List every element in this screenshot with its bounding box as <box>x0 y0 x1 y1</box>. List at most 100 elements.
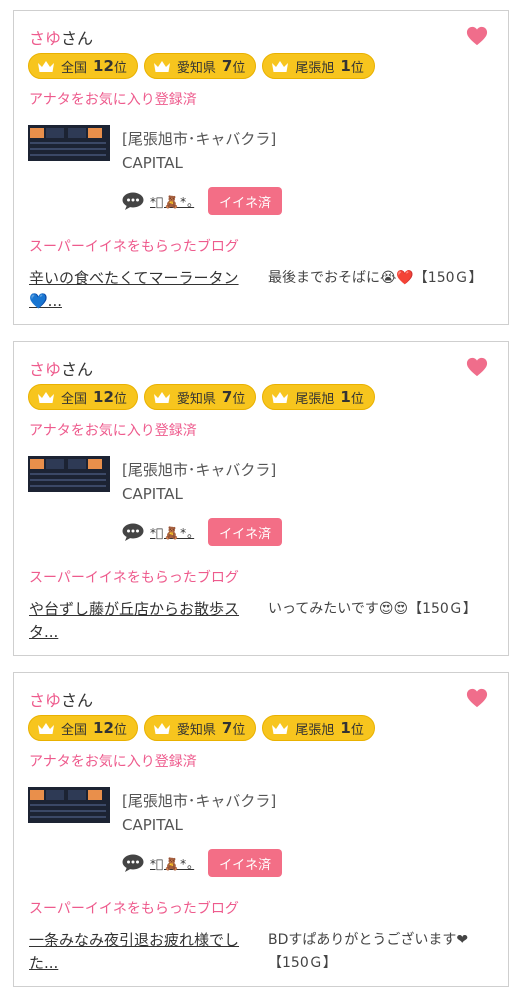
user-name-link[interactable]: さゆ <box>29 29 61 48</box>
badge-rank: 1 <box>340 719 351 737</box>
rank-badge-national[interactable]: 全国 12 位 <box>28 384 138 410</box>
diary-card[interactable]: さゆさん 全国 12位 愛知県 7位 尾張旭 1位 アナタをお気に入り登録済 <box>13 672 509 987</box>
crown-icon <box>272 391 289 403</box>
rank-badges: 全国 12 位 愛知県 7位 尾張旭 1位 <box>28 384 375 410</box>
favorite-status: アナタをお気に入り登録済 <box>29 754 197 770</box>
crown-icon <box>38 391 54 403</box>
badge-rank: 7 <box>221 57 233 75</box>
iine-done-button[interactable]: イイネ済 <box>208 849 283 877</box>
iine-done-button[interactable]: イイネ済 <box>208 518 283 546</box>
badge-label: 全国 <box>61 60 88 76</box>
rank-badge-prefecture[interactable]: 愛知県 7位 <box>143 53 257 79</box>
shop-area: [尾張旭市･キャバクラ] <box>122 461 277 479</box>
rank-badge-national[interactable]: 全国 12 位 <box>28 715 138 741</box>
rank-badge-area[interactable]: 尾張旭 1位 <box>262 53 375 79</box>
rank-badge-area[interactable]: 尾張旭 1位 <box>262 384 375 410</box>
diary-card[interactable]: さゆさん 全国 12位 愛知県 7位 尾張旭 1位 アナタをお気に入り登録済 <box>13 341 509 656</box>
interaction-row: *ﾟ🧸*｡ イイネ済 <box>122 187 283 215</box>
crown-icon <box>272 722 289 734</box>
heart-icon[interactable] <box>466 687 488 709</box>
crown-icon <box>153 391 170 403</box>
badge-unit: 位 <box>113 391 127 407</box>
kaomoji-text[interactable]: *ﾟ🧸*｡ <box>150 193 194 210</box>
shop-name: CAPITAL <box>122 485 183 503</box>
interaction-row: *ﾟ🧸*｡ イイネ済 <box>122 518 283 546</box>
badge-rank: 7 <box>221 388 233 406</box>
speech-bubble-icon[interactable] <box>122 192 144 210</box>
iine-done-button[interactable]: イイネ済 <box>208 187 283 215</box>
user-name[interactable]: さゆさん <box>29 25 93 49</box>
shop-info[interactable]: [尾張旭市･キャバクラ] CAPITAL <box>122 127 276 175</box>
thumbnail-image <box>28 787 110 823</box>
user-name[interactable]: さゆさん <box>29 356 93 380</box>
badge-unit: 位 <box>232 60 246 76</box>
super-iine-heading: スーパーイイネをもらったブログ <box>29 239 239 255</box>
user-name-link[interactable]: さゆ <box>29 691 61 710</box>
blog-comment: いってみたいです😍😍【150Ｇ】 <box>268 601 477 617</box>
badge-unit: 位 <box>350 391 364 407</box>
blog-thumbnail[interactable] <box>28 787 110 823</box>
rank-badge-area[interactable]: 尾張旭 1位 <box>262 715 375 741</box>
honorific: さん <box>61 29 94 48</box>
badge-label: 尾張旭 <box>295 60 335 76</box>
crown-icon <box>153 60 170 72</box>
blog-comment: 最後までおそばに😭❤️【150Ｇ】 <box>268 270 483 286</box>
crown-icon <box>153 722 170 734</box>
blog-title-link[interactable]: 一条みなみ夜引退お疲れ様でした... <box>29 929 257 975</box>
thumbnail-image <box>28 456 110 492</box>
favorite-status: アナタをお気に入り登録済 <box>29 423 197 439</box>
badge-rank: 12 <box>93 388 114 406</box>
badge-unit: 位 <box>232 722 246 738</box>
speech-bubble-icon[interactable] <box>122 854 144 872</box>
badge-label: 愛知県 <box>176 722 216 738</box>
badge-label: 尾張旭 <box>295 391 335 407</box>
badge-label: 愛知県 <box>176 60 216 76</box>
honorific: さん <box>61 360 94 379</box>
rank-badge-prefecture[interactable]: 愛知県 7位 <box>143 384 257 410</box>
speech-bubble-icon[interactable] <box>122 523 144 541</box>
badge-label: 全国 <box>61 722 88 738</box>
blog-title-link[interactable]: 辛いの食べたくてマーラータン💙... <box>29 267 257 313</box>
rank-badge-national[interactable]: 全国 12 位 <box>28 53 138 79</box>
shop-info[interactable]: [尾張旭市･キャバクラ] CAPITAL <box>122 789 276 837</box>
user-name-link[interactable]: さゆ <box>29 360 61 379</box>
super-iine-heading: スーパーイイネをもらったブログ <box>29 901 239 917</box>
heart-icon[interactable] <box>466 356 488 378</box>
kaomoji-text[interactable]: *ﾟ🧸*｡ <box>150 524 194 541</box>
interaction-row: *ﾟ🧸*｡ イイネ済 <box>122 849 283 877</box>
badge-rank: 1 <box>340 388 351 406</box>
badge-unit: 位 <box>350 722 364 738</box>
badge-unit: 位 <box>232 391 246 407</box>
badge-label: 愛知県 <box>176 391 216 407</box>
kaomoji-text[interactable]: *ﾟ🧸*｡ <box>150 855 194 872</box>
rank-badges: 全国 12 位 愛知県 7位 尾張旭 1位 <box>28 53 375 79</box>
badge-rank: 12 <box>93 57 114 75</box>
badge-rank: 12 <box>93 719 114 737</box>
super-iine-heading: スーパーイイネをもらったブログ <box>29 570 239 586</box>
user-name[interactable]: さゆさん <box>29 687 93 711</box>
rank-badges: 全国 12 位 愛知県 7位 尾張旭 1位 <box>28 715 375 741</box>
badge-label: 全国 <box>61 391 88 407</box>
favorite-status: アナタをお気に入り登録済 <box>29 92 197 108</box>
honorific: さん <box>61 691 94 710</box>
rank-badge-prefecture[interactable]: 愛知県 7位 <box>143 715 257 741</box>
badge-unit: 位 <box>113 60 127 76</box>
blog-comment: BDすぱありがとうございます❤【150Ｇ】 <box>268 932 469 971</box>
blog-thumbnail[interactable] <box>28 456 110 492</box>
shop-area: [尾張旭市･キャバクラ] <box>122 130 277 148</box>
heart-icon[interactable] <box>466 25 488 47</box>
diary-card[interactable]: さゆさん 全国 12位 愛知県 7位 尾張旭 1位 アナタをお気に入り登録済 <box>13 10 509 325</box>
blog-thumbnail[interactable] <box>28 125 110 161</box>
blog-title-link[interactable]: や台ずし藤が丘店からお散歩スタ... <box>29 598 257 644</box>
badge-label: 尾張旭 <box>295 722 335 738</box>
shop-info[interactable]: [尾張旭市･キャバクラ] CAPITAL <box>122 458 276 506</box>
shop-area: [尾張旭市･キャバクラ] <box>122 792 277 810</box>
crown-icon <box>272 60 289 72</box>
badge-unit: 位 <box>113 722 127 738</box>
crown-icon <box>38 722 54 734</box>
thumbnail-image <box>28 125 110 161</box>
shop-name: CAPITAL <box>122 816 183 834</box>
shop-name: CAPITAL <box>122 154 183 172</box>
crown-icon <box>38 60 54 72</box>
badge-rank: 7 <box>221 719 233 737</box>
